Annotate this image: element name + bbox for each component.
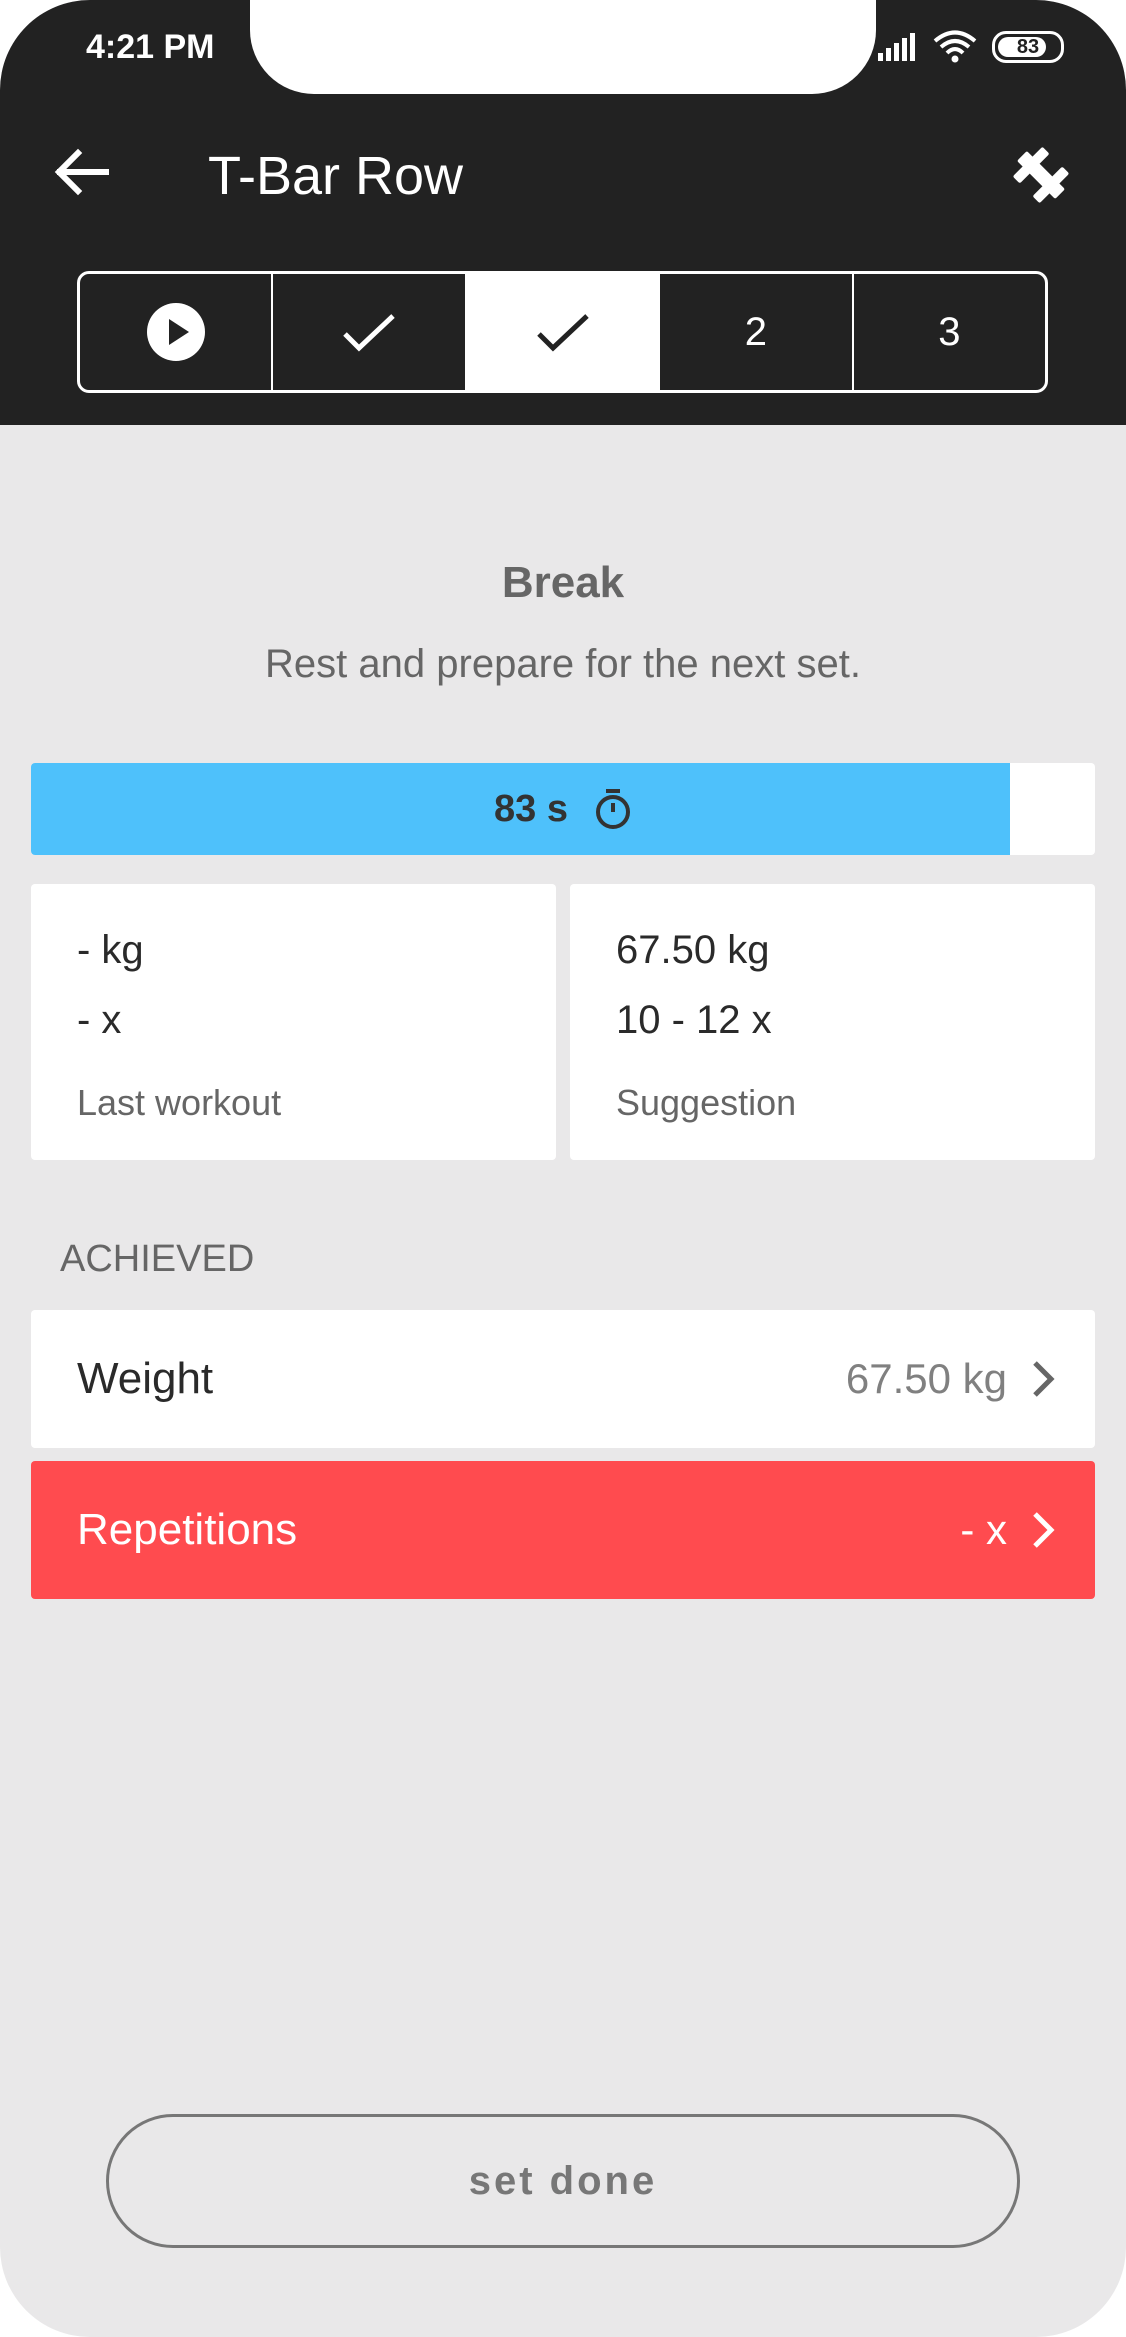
wifi-icon	[933, 30, 977, 63]
back-arrow-icon[interactable]	[50, 140, 114, 204]
check-icon	[536, 314, 589, 352]
tab-set-3[interactable]: 3	[854, 274, 1045, 390]
break-title: Break	[501, 558, 625, 607]
set-done-button[interactable]: set done	[106, 2114, 1020, 2248]
repetitions-label: Repetitions	[77, 1505, 298, 1554]
last-workout-reps: - x	[77, 998, 122, 1042]
weight-row[interactable]: Weight 67.50 kg	[31, 1310, 1095, 1448]
timer-seconds: 83 s	[494, 787, 568, 830]
suggestion-caption: Suggestion	[616, 1082, 797, 1123]
check-icon	[343, 314, 395, 352]
set-tabs: 2 3	[77, 271, 1048, 393]
rest-timer[interactable]: 83 s	[31, 763, 1095, 855]
play-icon	[146, 303, 205, 361]
last-workout-card: - kg - x Last workout	[31, 884, 556, 1160]
tab-set-2[interactable]: 2	[660, 274, 854, 390]
suggestion-weight: 67.50 kg	[616, 928, 770, 972]
phone-screen: 4:21 PM 83 T-Bar Row 2 3 Break Rest and …	[0, 0, 1126, 2337]
last-workout-weight: - kg	[77, 928, 144, 972]
tab-start[interactable]	[80, 274, 274, 390]
weight-label: Weight	[77, 1354, 214, 1403]
break-subtitle: Rest and prepare for the next set.	[265, 642, 861, 686]
weight-value: 67.50 kg	[845, 1355, 1007, 1402]
stopwatch-icon	[595, 789, 630, 829]
suggestion-reps: 10 - 12 x	[616, 998, 772, 1042]
tab-set-done-2[interactable]	[466, 274, 661, 390]
chevron-right-icon	[1033, 1512, 1055, 1548]
battery-icon: 83	[992, 31, 1064, 63]
notch	[250, 0, 876, 94]
battery-level: 83	[1016, 35, 1040, 58]
status-icons: 83	[878, 30, 1064, 64]
last-workout-caption: Last workout	[77, 1082, 282, 1123]
chevron-right-icon	[1033, 1361, 1055, 1397]
repetitions-row[interactable]: Repetitions - x	[31, 1461, 1095, 1599]
equipment-icon[interactable]	[1008, 142, 1074, 208]
suggestion-card: 67.50 kg 10 - 12 x Suggestion	[570, 884, 1095, 1160]
page-title: T-Bar Row	[208, 146, 464, 206]
signal-icon	[878, 33, 915, 61]
repetitions-value: - x	[960, 1506, 1007, 1553]
achieved-heading: ACHIEVED	[60, 1238, 255, 1280]
tab-set-done-1[interactable]	[273, 274, 467, 390]
status-time: 4:21 PM	[86, 28, 215, 66]
